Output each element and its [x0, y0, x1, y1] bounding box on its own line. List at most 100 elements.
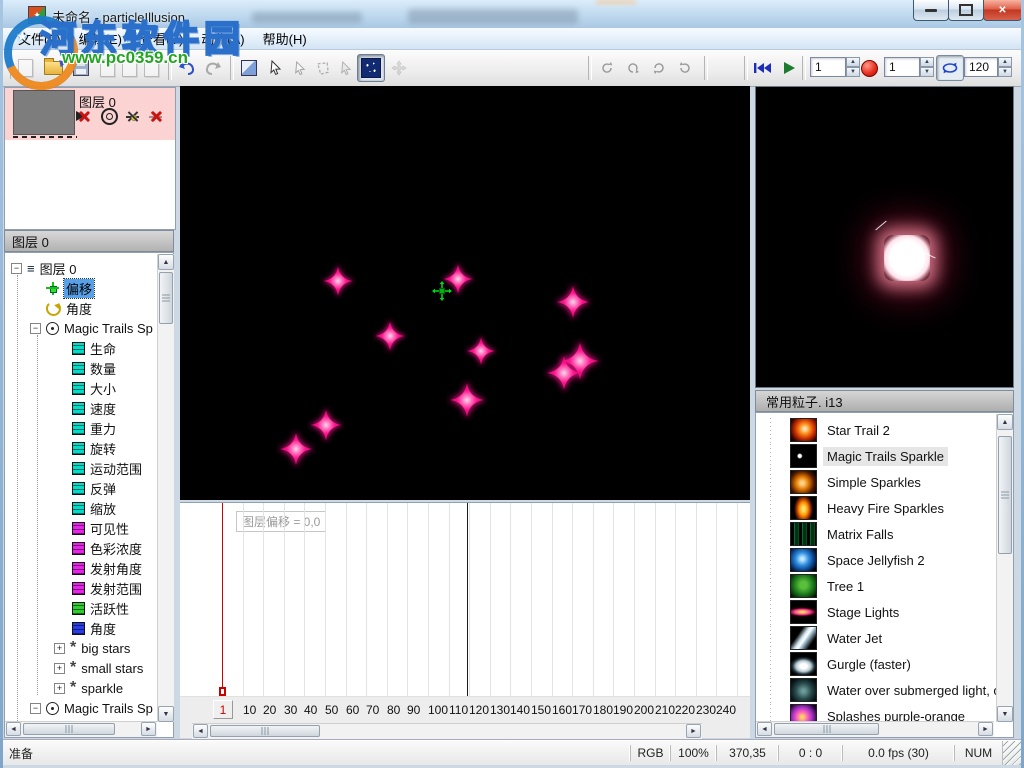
current-frame-spinner[interactable]: ▲▼: [846, 57, 860, 77]
edit-points-tool-button[interactable]: [334, 57, 356, 79]
library-item-stage-lights[interactable]: Stage Lights: [758, 599, 996, 625]
collapse-toggle[interactable]: −: [11, 263, 22, 274]
tree-item-Magic-Trails-Sp[interactable]: −Magic Trails Sp: [6, 318, 153, 338]
maximize-button[interactable]: [948, 0, 984, 21]
library-item-magic-trails-sparkle[interactable]: Magic Trails Sparkle: [758, 443, 996, 469]
tree-item-big-stars[interactable]: +*big stars: [6, 638, 130, 658]
timeline-hscroll-thumb[interactable]: [210, 725, 320, 737]
duplicate-emitter-button[interactable]: [140, 57, 162, 79]
tree-item-生命[interactable]: 生命: [6, 338, 116, 358]
save-button[interactable]: [70, 57, 92, 79]
scroll-left-button[interactable]: ◄: [757, 722, 772, 736]
tree-item-角度[interactable]: 角度: [6, 618, 116, 638]
library-scroll-thumb[interactable]: [998, 436, 1012, 554]
library-item-star-trail-2[interactable]: Star Trail 2: [758, 417, 996, 443]
move-tool-button[interactable]: [388, 57, 410, 79]
particle-view-toggle-active[interactable]: [357, 54, 385, 82]
tree-item-大小[interactable]: 大小: [6, 378, 116, 398]
rotate-right-button[interactable]: [674, 57, 696, 79]
rotate-left-button[interactable]: [596, 57, 618, 79]
library-item-gurgle-faster-[interactable]: Gurgle (faster): [758, 651, 996, 677]
scroll-left-button[interactable]: ◄: [193, 724, 208, 738]
library-item-tree-1[interactable]: Tree 1: [758, 573, 996, 599]
copy-emitter-button[interactable]: [96, 57, 118, 79]
close-button[interactable]: ✕: [983, 0, 1022, 21]
undo-button[interactable]: [176, 57, 198, 79]
tree-item-重力[interactable]: 重力: [6, 418, 116, 438]
collapse-toggle[interactable]: −: [30, 703, 41, 714]
loop-toggle-pressed[interactable]: [936, 55, 964, 81]
scroll-down-button[interactable]: ▼: [158, 706, 174, 722]
open-button[interactable]: [42, 57, 64, 79]
record-button[interactable]: [860, 59, 878, 77]
rewind-button[interactable]: [752, 57, 774, 79]
start-frame-field[interactable]: 1: [884, 57, 920, 77]
library-hscroll-thumb[interactable]: [774, 723, 879, 735]
start-frame-spinner[interactable]: ▲▼: [920, 57, 934, 77]
timeline-graph[interactable]: 图层偏移 = 0,0: [180, 503, 750, 697]
layer-thumbnail[interactable]: [13, 90, 75, 135]
library-item-space-jellyfish-2[interactable]: Space Jellyfish 2: [758, 547, 996, 573]
spin-up-icon[interactable]: ▲: [920, 57, 934, 67]
menu-item-文件[interactable]: 文件(F): [9, 27, 70, 50]
polygon-tool-button[interactable]: [311, 57, 333, 79]
tree-item-small-stars[interactable]: +*small stars: [6, 658, 143, 678]
tree-item-图层-0[interactable]: −≡图层 0: [6, 258, 76, 278]
tree-item-数量[interactable]: 数量: [6, 358, 116, 378]
add-emitter-tool-button[interactable]: [288, 57, 310, 79]
rotate-down-button[interactable]: [648, 57, 670, 79]
tree-item-Magic-Trails-Sp[interactable]: −Magic Trails Sp: [6, 698, 153, 718]
spin-down-icon[interactable]: ▼: [920, 67, 934, 77]
scroll-down-button[interactable]: ▼: [997, 706, 1013, 722]
paste-emitter-button[interactable]: [118, 57, 140, 79]
library-item-water-over-submerged-light-o[interactable]: Water over submerged light, o: [758, 677, 996, 703]
scroll-right-button[interactable]: ►: [686, 724, 701, 738]
expand-toggle[interactable]: +: [54, 663, 65, 674]
tree-hscroll-thumb[interactable]: [23, 723, 115, 735]
library-horizontal-scrollbar[interactable]: ◄ ►: [756, 721, 994, 737]
library-item-heavy-fire-sparkles[interactable]: Heavy Fire Sparkles: [758, 495, 996, 521]
show-particles-toggle[interactable]: [124, 108, 141, 125]
tree-item-sparkle[interactable]: +*sparkle: [6, 678, 123, 698]
scroll-up-button[interactable]: ▲: [997, 414, 1013, 430]
tree-scroll-thumb[interactable]: [159, 272, 173, 324]
spin-down-icon[interactable]: ▼: [846, 67, 860, 77]
spin-up-icon[interactable]: ▲: [846, 57, 860, 67]
tree-item-速度[interactable]: 速度: [6, 398, 116, 418]
play-button[interactable]: [778, 57, 800, 79]
tree-item-偏移[interactable]: 偏移: [6, 278, 94, 298]
tree-item-旋转[interactable]: 旋转: [6, 438, 116, 458]
library-item-water-jet[interactable]: Water Jet: [758, 625, 996, 651]
playhead-marker[interactable]: [219, 687, 226, 696]
select-tool-button[interactable]: [264, 57, 286, 79]
end-frame-field[interactable]: 120: [964, 57, 998, 77]
menu-item-动作[interactable]: 动作(A): [192, 27, 253, 50]
menu-item-帮助[interactable]: 帮助(H): [254, 27, 316, 50]
show-rings-toggle[interactable]: [101, 108, 118, 125]
spin-down-icon[interactable]: ▼: [998, 67, 1012, 77]
library-header-bar[interactable]: 常用粒子. i13: [755, 390, 1014, 412]
new-scene-button[interactable]: [14, 57, 36, 79]
library-vertical-scrollbar[interactable]: ▲ ▼: [996, 414, 1013, 722]
collapse-toggle[interactable]: −: [30, 323, 41, 334]
minimize-button[interactable]: [913, 0, 949, 21]
current-frame-field[interactable]: 1: [810, 57, 846, 77]
menu-item-查看[interactable]: 查看(V): [131, 27, 192, 50]
tree-item-角度[interactable]: 角度: [6, 298, 92, 318]
scroll-left-button[interactable]: ◄: [6, 722, 21, 736]
expand-toggle[interactable]: +: [54, 643, 65, 654]
emitter-position-handle[interactable]: [432, 281, 452, 301]
layer-header-bar[interactable]: 图层 0: [4, 230, 174, 252]
expand-toggle[interactable]: +: [54, 683, 65, 694]
tree-item-可见性[interactable]: 可见性: [6, 518, 129, 538]
tree-item-发射角度[interactable]: 发射角度: [6, 558, 142, 578]
timeline-horizontal-scrollbar[interactable]: ◄ ►: [192, 723, 702, 739]
mute-particles-toggle[interactable]: [147, 108, 164, 125]
library-item-matrix-falls[interactable]: Matrix Falls: [758, 521, 996, 547]
library-item-simple-sparkles[interactable]: Simple Sparkles: [758, 469, 996, 495]
menu-item-编辑[interactable]: 编辑(E): [70, 27, 131, 50]
spin-up-icon[interactable]: ▲: [998, 57, 1012, 67]
tree-item-色彩浓度[interactable]: 色彩浓度: [6, 538, 142, 558]
timeline-ruler[interactable]: 1102030405060708090100110120130140150160…: [180, 696, 750, 723]
scroll-right-button[interactable]: ►: [141, 722, 156, 736]
